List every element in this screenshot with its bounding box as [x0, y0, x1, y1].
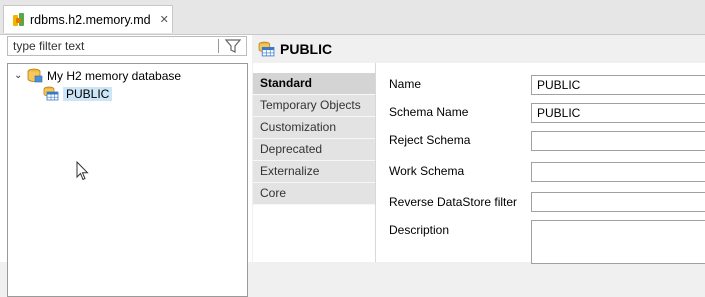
reject-schema-label: Reject Schema: [389, 133, 471, 147]
funnel-icon[interactable]: [225, 39, 241, 53]
tab-divider: [375, 63, 376, 262]
tab-core[interactable]: Core: [253, 183, 375, 205]
model-tree-panel: ⌄ My H2 memory database PUBLIC: [0, 35, 252, 297]
description-label: Description: [389, 223, 450, 237]
filter-box: [7, 36, 247, 56]
work-schema-label: Work Schema: [389, 164, 465, 178]
editor-tab[interactable]: rdbms.h2.memory.md ✕: [3, 5, 173, 33]
tab-temporary-objects[interactable]: Temporary Objects: [253, 95, 375, 117]
tab-standard[interactable]: Standard: [253, 73, 375, 95]
page-title: PUBLIC: [280, 41, 333, 57]
close-icon[interactable]: ✕: [160, 13, 169, 26]
name-label: Name: [389, 77, 422, 91]
editor-tab-title: rdbms.h2.memory.md: [30, 12, 151, 27]
reverse-datastore-filter-field[interactable]: [531, 192, 705, 212]
tree-item-schema[interactable]: PUBLIC: [43, 85, 113, 102]
chevron-down-icon[interactable]: ⌄: [14, 70, 24, 81]
filter-separator: [218, 39, 219, 53]
tab-externalize[interactable]: Externalize: [253, 161, 375, 183]
tree-item-schema-label: PUBLIC: [63, 86, 113, 101]
schema-table-icon: [258, 41, 275, 57]
model-file-icon: [11, 12, 26, 27]
tab-customization[interactable]: Customization: [253, 117, 375, 139]
database-icon: [27, 68, 43, 83]
mouse-pointer-icon: [76, 161, 89, 181]
tree-item-database[interactable]: ⌄ My H2 memory database: [14, 67, 181, 84]
properties-editor: PUBLIC Standard Temporary Objects Custom…: [253, 35, 705, 264]
editor-header: PUBLIC: [253, 35, 705, 63]
tree-item-database-label: My H2 memory database: [47, 68, 182, 83]
reject-schema-field[interactable]: [531, 131, 705, 151]
name-field[interactable]: PUBLIC: [531, 75, 705, 95]
schema-name-field[interactable]: PUBLIC: [531, 103, 705, 123]
description-field[interactable]: [531, 220, 705, 264]
schema-table-icon: [43, 86, 59, 101]
reverse-datastore-filter-label: Reverse DataStore filter: [389, 195, 518, 209]
tab-deprecated[interactable]: Deprecated: [253, 139, 375, 161]
editor-tab-bar: rdbms.h2.memory.md ✕: [0, 0, 705, 35]
work-schema-field[interactable]: [531, 162, 705, 182]
filter-input[interactable]: [8, 39, 218, 53]
schema-name-label: Schema Name: [389, 105, 469, 119]
property-tabs: Standard Temporary Objects Customization…: [253, 73, 375, 205]
